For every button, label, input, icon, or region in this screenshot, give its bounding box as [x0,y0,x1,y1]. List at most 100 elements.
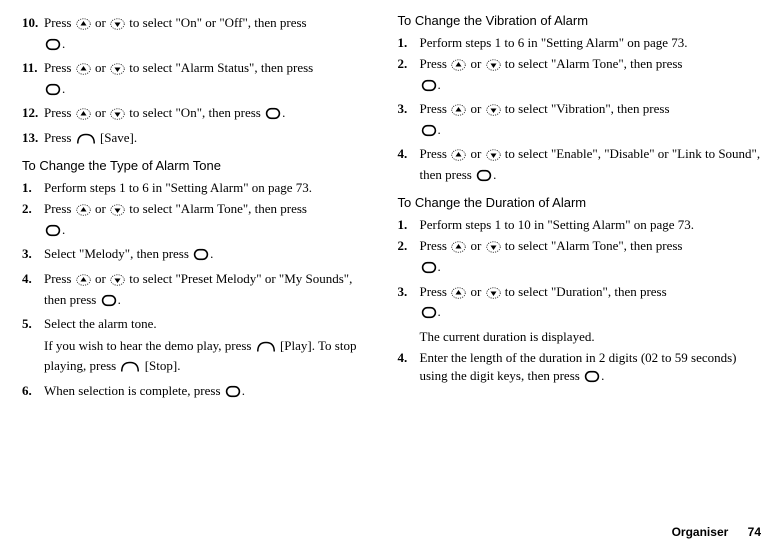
right-column: To Change the Vibration of Alarm 1. Perf… [392,12,762,406]
text: to select "Vibration", then press [502,101,670,116]
step-body: Press or to select "Enable", "Disable" o… [420,145,762,186]
text: . [242,383,245,398]
center-key-icon [476,169,492,187]
up-icon [76,203,91,221]
down-icon [486,240,501,258]
center-key-icon [421,261,437,279]
text: or [92,60,109,75]
down-icon [110,273,125,291]
manual-page: 10. Press or to select "On" or "Off", th… [0,0,783,406]
text: If you wish to hear the demo play, press [44,338,255,353]
text: or [467,146,484,161]
text: or [467,238,484,253]
step-body: Press or to select "Vibration", then pre… [420,100,762,141]
up-icon [451,240,466,258]
text: or [467,101,484,116]
heading-change-vibration: To Change the Vibration of Alarm [398,12,762,30]
text: Press [44,60,75,75]
footer-section: Organiser [672,525,729,539]
step-body: Perform steps 1 to 6 in "Setting Alarm" … [420,34,762,52]
step-body: Select the alarm tone. [44,315,378,333]
step-number: 2. [398,237,420,278]
step-number: 2. [22,200,44,241]
page-footer: Organiser 74 [672,524,761,540]
type-step-6: 6. When selection is complete, press . [22,382,378,403]
step-body: Press [Save]. [44,129,378,150]
center-key-icon [421,124,437,142]
step-body: Press or to select "Alarm Tone", then pr… [420,55,762,96]
step-body: Select "Melody", then press . [44,245,378,266]
dur-step-4: 4. Enter the length of the duration in 2… [398,349,762,387]
text: to select "Alarm Tone", then press [502,56,683,71]
text: to select "On" or "Off", then press [126,15,307,30]
step-number: 3. [398,283,420,324]
text: . [438,259,441,274]
text: Press [420,146,451,161]
text: Press [44,105,75,120]
down-icon [486,286,501,304]
center-key-icon [265,107,281,125]
text: . [210,246,213,261]
down-icon [486,148,501,166]
center-key-icon [225,385,241,403]
up-icon [451,148,466,166]
text: . [62,222,65,237]
step-number: 1. [398,216,420,234]
text: . [493,167,496,182]
step-number: 12. [22,104,44,125]
type-step-5: 5. Select the alarm tone. [22,315,378,333]
step-body: Press or to select "On" or "Off", then p… [44,14,378,55]
dur-step-1: 1. Perform steps 1 to 10 in "Setting Ala… [398,216,762,234]
step-body: Press or to select "Alarm Tone", then pr… [44,200,378,241]
center-key-icon [421,79,437,97]
text: or [92,271,109,286]
text: or [92,15,109,30]
down-icon [486,58,501,76]
text: Enter the length of the duration in 2 di… [420,350,737,383]
step-number: 4. [398,145,420,186]
step-number: 13. [22,129,44,150]
step-number: 2. [398,55,420,96]
step-body: Press or to select "On", then press . [44,104,378,125]
step-number: 4. [398,349,420,387]
step-body: Perform steps 1 to 6 in "Setting Alarm" … [44,179,378,197]
step-number: 1. [398,34,420,52]
step-number: 4. [22,270,44,311]
text: Press [44,15,75,30]
text: . [438,77,441,92]
heading-change-duration: To Change the Duration of Alarm [398,194,762,212]
type-step-2: 2. Press or to select "Alarm Tone", then… [22,200,378,241]
up-icon [451,103,466,121]
down-icon [486,103,501,121]
dur-step-3: 3. Press or to select "Duration", then p… [398,283,762,324]
text: . [438,122,441,137]
text: or [467,284,484,299]
vib-step-2: 2. Press or to select "Alarm Tone", then… [398,55,762,96]
vib-step-4: 4. Press or to select "Enable", "Disable… [398,145,762,186]
text: to select "Duration", then press [502,284,667,299]
text: . [282,105,285,120]
text: or [467,56,484,71]
up-icon [76,62,91,80]
step-number: 1. [22,179,44,197]
step-number: 11. [22,59,44,100]
step-number: 3. [22,245,44,266]
text: to select "Alarm Tone", then press [126,201,307,216]
step-11: 11. Press or to select "Alarm Status", t… [22,59,378,100]
type-step-4: 4. Press or to select "Preset Melody" or… [22,270,378,311]
step-body: Perform steps 1 to 10 in "Setting Alarm"… [420,216,762,234]
text: Press [420,101,451,116]
text: . [601,368,604,383]
type-step-1: 1. Perform steps 1 to 6 in "Setting Alar… [22,179,378,197]
up-icon [76,17,91,35]
text: . [118,292,121,307]
text: Press [44,130,75,145]
softkey-icon [76,132,96,150]
text: Press [420,238,451,253]
center-key-icon [101,294,117,312]
text: . [438,304,441,319]
step-number: 5. [22,315,44,333]
step-body: Enter the length of the duration in 2 di… [420,349,762,387]
text: Press [420,284,451,299]
down-icon [110,203,125,221]
